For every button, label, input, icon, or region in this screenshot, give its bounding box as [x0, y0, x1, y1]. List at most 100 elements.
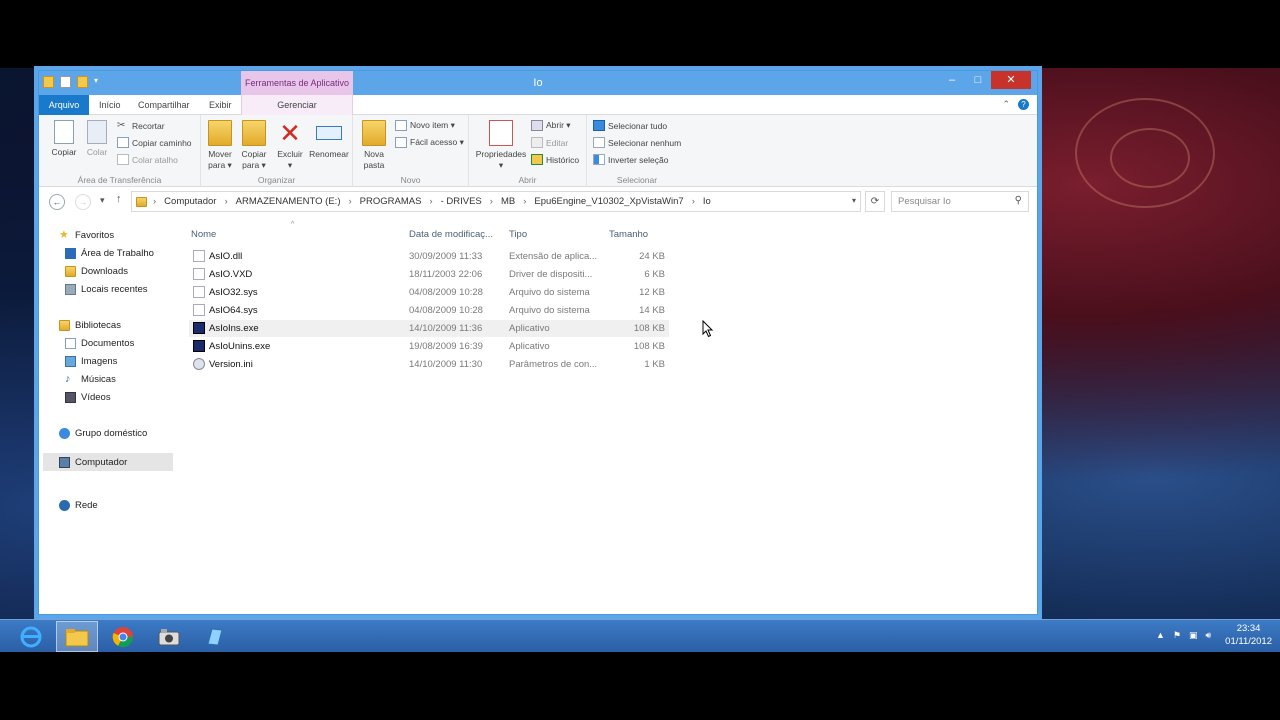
nav-network[interactable]: Rede	[59, 497, 98, 513]
letterbox-top	[0, 0, 1280, 68]
copy-to-button[interactable]: Copiar para ▾	[237, 120, 271, 171]
app-icon	[207, 627, 223, 646]
file-row[interactable]: AsIO.VXD 18/11/2003 22:06 Driver de disp…	[189, 266, 669, 283]
address-bar[interactable]: › Computador › ARMAZENAMENTO (E:) › PROG…	[131, 191, 861, 212]
breadcrumb-item[interactable]: Epu6Engine_V10302_XpVistaWin7	[534, 196, 683, 207]
cut-button[interactable]: ✂ Recortar	[117, 120, 165, 131]
minimize-button[interactable]: ‒	[939, 71, 965, 89]
copy-path-label: Copiar caminho	[132, 137, 192, 148]
recent-locations-dropdown[interactable]: ▾	[100, 195, 105, 206]
nav-pictures[interactable]: Imagens	[65, 353, 117, 369]
nav-desktop[interactable]: Área de Trabalho	[65, 245, 154, 261]
file-row[interactable]: AsIO32.sys 04/08/2009 10:28 Arquivo do s…	[189, 284, 669, 301]
open-button[interactable]: Abrir ▾	[531, 120, 571, 131]
paste-button[interactable]: Colar	[83, 120, 111, 158]
refresh-button[interactable]: ⟳	[865, 191, 885, 212]
nav-documents[interactable]: Documentos	[65, 335, 134, 351]
forward-button[interactable]: →	[75, 194, 91, 210]
copy-icon	[54, 120, 74, 144]
breadcrumb-separator: ›	[523, 196, 527, 207]
nav-videos[interactable]: Vídeos	[65, 389, 111, 405]
maximize-button[interactable]: □	[965, 71, 991, 89]
clock[interactable]: 23:34 01/11/2012	[1225, 622, 1272, 648]
breadcrumb-item[interactable]: Computador	[164, 196, 216, 207]
taskbar-app-button[interactable]	[194, 621, 236, 652]
up-button[interactable]: ↑	[116, 193, 122, 205]
file-row[interactable]: AsIoIns.exe 14/10/2009 11:36 Aplicativo …	[189, 320, 669, 337]
sys-file-icon	[193, 304, 205, 316]
ribbon: Copiar Colar ✂ Recortar Copiar caminho C…	[39, 115, 1037, 187]
recent-places-icon	[65, 283, 76, 295]
new-folder-button[interactable]: Nova pasta	[359, 120, 389, 171]
edit-button[interactable]: Editar	[531, 137, 568, 148]
tab-view[interactable]: Exibir	[209, 98, 232, 115]
tab-file[interactable]: Arquivo	[39, 95, 89, 115]
column-size[interactable]: Tamanho	[609, 229, 648, 240]
taskbar-camera-button[interactable]	[148, 621, 190, 652]
select-all-button[interactable]: Selecionar tudo	[593, 120, 667, 131]
nav-music[interactable]: ♪ Músicas	[65, 371, 116, 387]
group-organize-label: Organizar	[257, 175, 296, 185]
taskbar-chrome-button[interactable]	[102, 621, 144, 652]
nav-libraries[interactable]: Bibliotecas	[59, 317, 121, 333]
action-center-flag-icon[interactable]: ⚑	[1173, 630, 1181, 641]
documents-icon	[65, 337, 76, 349]
history-button[interactable]: Histórico	[531, 154, 579, 165]
search-input[interactable]: Pesquisar Io ⚲	[891, 191, 1029, 212]
file-explorer-icon	[65, 628, 89, 646]
file-row[interactable]: AsIO64.sys 04/08/2009 10:28 Arquivo do s…	[189, 302, 669, 319]
file-name: AsIO.VXD	[209, 269, 253, 280]
help-icon[interactable]: ?	[1018, 99, 1029, 110]
sort-ascending-icon: ^	[291, 221, 295, 228]
invert-selection-button[interactable]: Inverter seleção	[593, 154, 668, 165]
breadcrumb-item[interactable]: PROGRAMAS	[360, 196, 422, 207]
ribbon-tabs: Arquivo Início Compartilhar Exibir Geren…	[39, 95, 1037, 115]
taskbar-explorer-button[interactable]	[56, 621, 98, 652]
file-row[interactable]: AsIO.dll 30/09/2009 11:33 Extensão de ap…	[189, 248, 669, 265]
file-row[interactable]: Version.ini 14/10/2009 11:30 Parâmetros …	[189, 356, 669, 373]
easy-access-button[interactable]: Fácil acesso ▾	[395, 137, 464, 148]
column-name[interactable]: Nome	[191, 229, 216, 240]
show-hidden-icons-icon[interactable]: ▲	[1156, 630, 1165, 640]
copy-path-button[interactable]: Copiar caminho	[117, 137, 192, 148]
camera-icon	[158, 628, 180, 645]
network-icon[interactable]: ▣	[1189, 630, 1198, 641]
libraries-icon	[59, 319, 70, 331]
column-type[interactable]: Tipo	[509, 229, 527, 240]
new-item-icon	[395, 120, 407, 131]
nav-favorites[interactable]: ★ Favoritos	[59, 227, 114, 243]
tab-manage[interactable]: Gerenciar	[241, 95, 353, 115]
nav-homegroup[interactable]: Grupo doméstico	[59, 425, 147, 441]
breadcrumb-item[interactable]: - DRIVES	[441, 196, 482, 207]
breadcrumb-item[interactable]: MB	[501, 196, 515, 207]
copy-button[interactable]: Copiar	[47, 120, 81, 158]
close-button[interactable]: ✕	[991, 71, 1031, 89]
file-size: 1 KB	[644, 359, 665, 370]
back-button[interactable]: ←	[49, 194, 65, 210]
breadcrumb-separator: ›	[429, 196, 433, 207]
delete-button[interactable]: ✕ Excluir ▾	[273, 120, 307, 171]
breadcrumb-item[interactable]: Io	[703, 196, 711, 207]
new-item-button[interactable]: Novo item ▾	[395, 120, 455, 131]
nav-recent-places[interactable]: Locais recentes	[65, 281, 148, 297]
chevron-down-icon[interactable]: ▾	[852, 196, 856, 205]
ini-file-icon	[193, 358, 205, 370]
move-to-button[interactable]: Mover para ▾	[203, 120, 237, 171]
taskbar-ie-button[interactable]	[10, 621, 52, 652]
pictures-icon	[65, 355, 76, 367]
properties-button[interactable]: Propriedades ▾	[473, 120, 529, 171]
paste-shortcut-button[interactable]: Colar atalho	[117, 154, 178, 165]
tab-share[interactable]: Compartilhar	[138, 98, 190, 115]
rename-button[interactable]: Renomear	[307, 120, 351, 160]
nav-computer[interactable]: Computador	[43, 453, 173, 471]
tab-home[interactable]: Início	[99, 98, 121, 115]
paste-shortcut-label: Colar atalho	[132, 154, 178, 165]
column-date-modified[interactable]: Data de modificaç...	[409, 229, 493, 240]
select-none-button[interactable]: Selecionar nenhum	[593, 137, 681, 148]
file-row[interactable]: AsIoUnins.exe 19/08/2009 16:39 Aplicativ…	[189, 338, 669, 355]
collapse-ribbon-icon[interactable]: ⌃	[1002, 99, 1010, 110]
nav-downloads[interactable]: Downloads	[65, 263, 128, 279]
breadcrumb-item[interactable]: ARMAZENAMENTO (E:)	[236, 196, 341, 207]
copy-to-label: Copiar para ▾	[241, 149, 267, 170]
volume-icon[interactable]: 🔊︎	[1205, 630, 1211, 641]
